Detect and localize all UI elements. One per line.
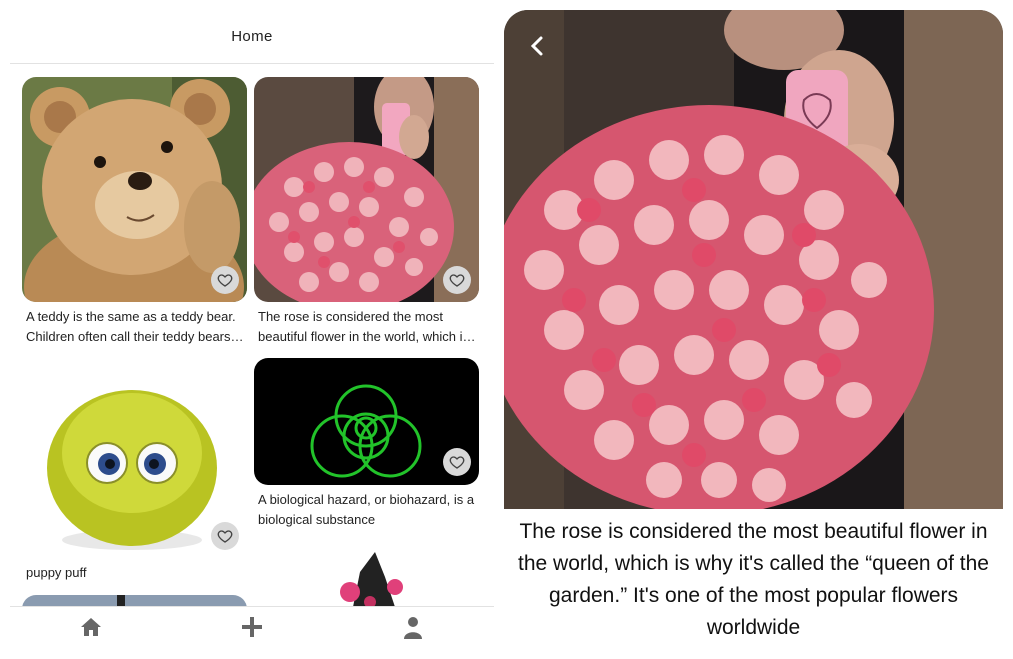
like-button[interactable]	[211, 522, 239, 550]
card-caption: A biological hazard, or biohazard, is a …	[258, 492, 475, 527]
like-button[interactable]	[443, 448, 471, 476]
card-caption: A teddy is the same as a teddy bear. Chi…	[26, 309, 236, 344]
rose-bouquet-image	[504, 10, 1003, 509]
card-caption: The rose is considered the most beautifu…	[258, 309, 469, 344]
add-icon	[241, 617, 262, 637]
top-bar: Home	[10, 10, 494, 64]
card-caption: puppy puff	[26, 565, 87, 580]
rose-bouquet-image	[254, 77, 479, 302]
heart-icon	[449, 456, 465, 469]
heart-icon	[217, 530, 233, 543]
tab-add[interactable]	[171, 607, 332, 659]
tab-home[interactable]	[10, 607, 171, 659]
profile-icon	[404, 617, 423, 639]
card-image-rose[interactable]	[254, 77, 479, 302]
heart-icon	[217, 274, 233, 287]
page-title: Home	[231, 28, 273, 45]
home-screen: Home A teddy is the same as a teddy bear…	[10, 10, 494, 659]
like-button[interactable]	[211, 266, 239, 294]
bottom-tab-bar	[10, 606, 494, 659]
detail-screen: The rose is considered the most beautifu…	[504, 10, 1003, 659]
detail-description: The rose is considered the most beautifu…	[518, 520, 989, 639]
card-image-teddy[interactable]	[22, 77, 247, 302]
heart-icon	[449, 274, 465, 287]
like-button[interactable]	[443, 266, 471, 294]
back-button[interactable]	[524, 32, 552, 60]
home-icon	[80, 618, 101, 636]
tab-profile[interactable]	[333, 607, 494, 659]
chevron-left-icon	[530, 36, 543, 56]
teddy-bear-image	[22, 77, 247, 302]
detail-image	[504, 10, 1003, 509]
